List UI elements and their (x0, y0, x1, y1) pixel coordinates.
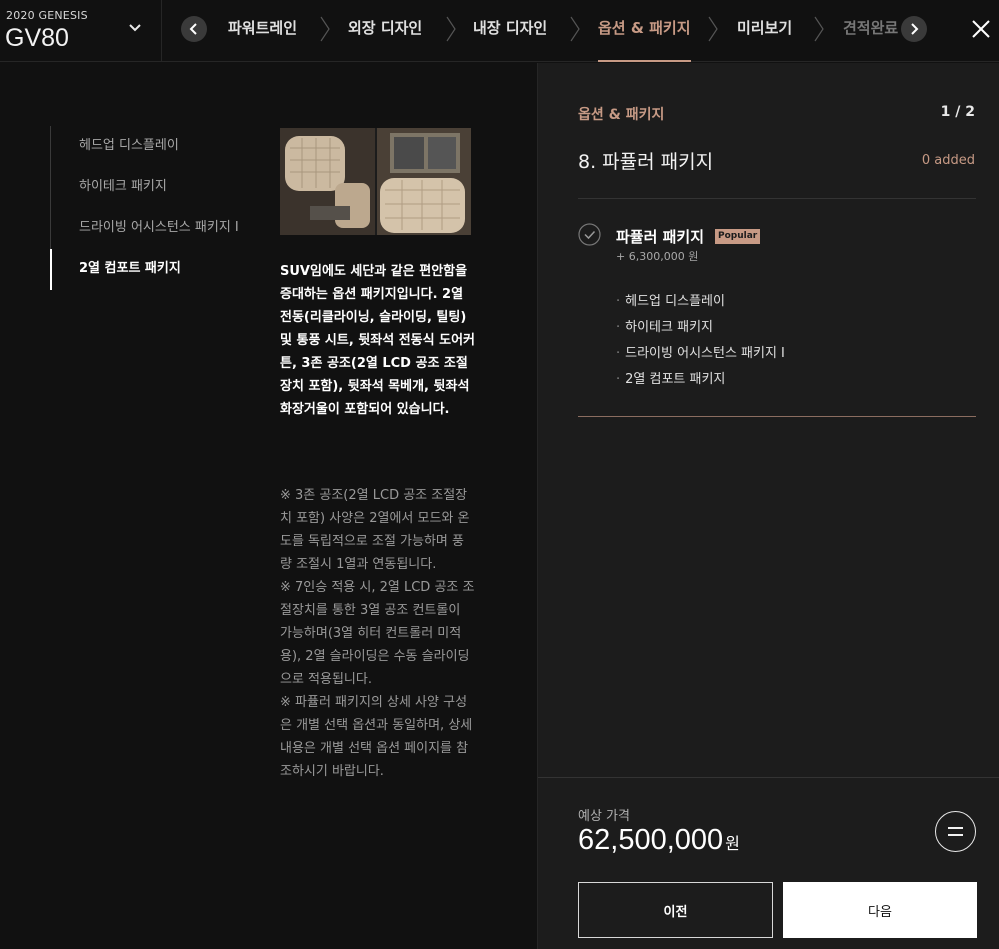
step-navigation: 파워트레인 외장 디자인 내장 디자인 옵션 & 패키지 미리보기 견적완료 (210, 0, 900, 62)
note-item: ※ 파퓰러 패키지의 상세 사양 구성은 개별 선택 옵션과 동일하며, 상세 … (280, 695, 473, 779)
step-separator-icon (446, 16, 456, 42)
bullet-icon: · (616, 294, 621, 309)
sidebar-item-hud[interactable]: 헤드업 디스플레이 (51, 126, 260, 167)
chevron-left-icon (189, 23, 197, 35)
note-item: ※ 3존 공조(2열 LCD 공조 조절장치 포함) 사양은 2열에서 모드와 … (280, 488, 470, 572)
panel-page-indicator: 1 / 2 (940, 104, 975, 120)
price-footer: 예상 가격 62,500,000 원 이전 다음 (538, 777, 999, 949)
package-sidebar: 헤드업 디스플레이 하이테크 패키지 드라이빙 어시스턴스 패키지 Ⅰ 2열 컴… (50, 126, 260, 290)
estimated-price: 62,500,000 원 (578, 824, 740, 856)
sidebar-item-driving-assist[interactable]: 드라이빙 어시스턴스 패키지 Ⅰ (51, 208, 260, 249)
step-prev-button[interactable] (181, 16, 207, 42)
sidebar-item-comfort[interactable]: 2열 컴포트 패키지 (50, 249, 260, 290)
top-header: 2020 GENESIS GV80 파워트레인 외장 디자인 내장 디자인 옵션… (0, 0, 999, 62)
bullet-icon: · (616, 372, 621, 387)
package-items: · 헤드업 디스플레이 · 하이테크 패키지 · 드라이빙 어시스턴스 패키지 Ⅰ ·… (616, 289, 916, 393)
added-count: 0 added (921, 153, 975, 168)
bullet-icon: · (616, 346, 621, 361)
panel-title: 8. 파퓰러 패키지 (578, 151, 714, 173)
step-exterior[interactable]: 외장 디자인 (348, 0, 422, 62)
step-interior[interactable]: 내장 디자인 (473, 0, 547, 62)
divider (578, 198, 976, 199)
option-detail-area: 헤드업 디스플레이 하이테크 패키지 드라이빙 어시스턴스 패키지 Ⅰ 2열 컴… (0, 63, 537, 949)
note-item: ※ 7인승 적용 시, 2열 LCD 공조 조절장치를 통한 3열 공조 컨트롤… (280, 580, 475, 687)
bullet-icon: · (616, 320, 621, 335)
list-item: · 2열 컴포트 패키지 (616, 372, 726, 387)
step-powertrain[interactable]: 파워트레인 (228, 0, 297, 62)
prev-button[interactable]: 이전 (578, 882, 773, 938)
chevron-down-icon[interactable] (127, 20, 143, 36)
package-description: SUV임에도 세단과 같은 편안함을 증대하는 옵션 패키지입니다. 2열 전동… (280, 264, 476, 417)
panel-category: 옵션 & 패키지 (578, 107, 665, 123)
model-name: GV80 (5, 24, 69, 52)
summary-toggle-button[interactable] (935, 811, 976, 852)
package-thumbnail (280, 128, 471, 235)
popular-badge: Popular (715, 229, 761, 244)
divider (578, 416, 976, 417)
step-separator-icon (570, 16, 580, 42)
chevron-right-icon (911, 23, 919, 35)
sidebar-item-hightech[interactable]: 하이테크 패키지 (51, 167, 260, 208)
step-separator-icon (814, 16, 824, 42)
check-circle-icon[interactable] (578, 223, 601, 246)
close-icon[interactable] (970, 18, 992, 40)
step-preview[interactable]: 미리보기 (737, 0, 792, 62)
price-label: 예상 가격 (578, 809, 630, 824)
model-selector[interactable]: 2020 GENESIS GV80 (0, 0, 162, 62)
list-item: · 드라이빙 어시스턴스 패키지 Ⅰ (616, 346, 785, 361)
package-notes: ※ 3존 공조(2열 LCD 공조 조절장치 포함) 사양은 2열에서 모드와 … (280, 484, 475, 783)
next-button[interactable]: 다음 (783, 882, 977, 938)
price-unit: 원 (725, 836, 740, 853)
step-separator-icon (708, 16, 718, 42)
list-item: · 하이테크 패키지 (616, 320, 713, 335)
package-price: + 6,300,000 원 (616, 250, 699, 263)
summary-panel: 옵션 & 패키지 1 / 2 8. 파퓰러 패키지 0 added 파퓰러 패키… (537, 63, 999, 949)
equals-icon (948, 827, 963, 829)
step-separator-icon (320, 16, 330, 42)
model-year: 2020 GENESIS (6, 9, 88, 22)
step-quote-complete[interactable]: 견적완료 (843, 0, 898, 62)
list-item: · 헤드업 디스플레이 (616, 294, 725, 309)
package-name[interactable]: 파퓰러 패키지 (616, 226, 704, 247)
step-options[interactable]: 옵션 & 패키지 (598, 0, 691, 62)
step-next-button[interactable] (901, 16, 927, 42)
